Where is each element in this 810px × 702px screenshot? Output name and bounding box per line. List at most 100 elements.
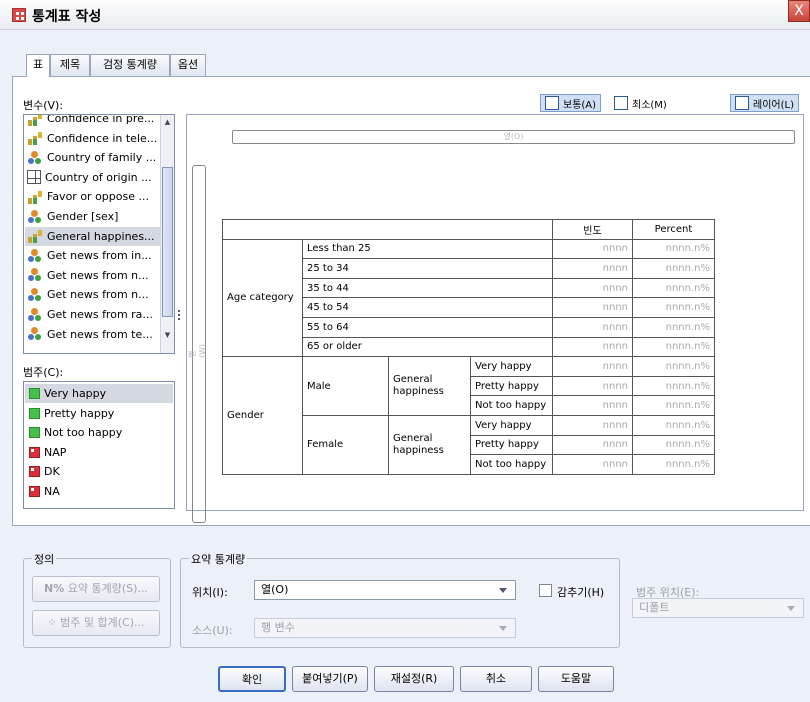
ok-button[interactable]: 확인 [218, 666, 286, 692]
compact-view-button[interactable]: 최소(M) [614, 94, 667, 112]
variable-label: Get news from in... [47, 249, 152, 263]
tab-options[interactable]: 옵션 [170, 54, 206, 76]
position-select[interactable]: 열(O) [254, 580, 516, 600]
window-title: 통계표 작성 [32, 9, 102, 25]
row-header-happiness: General happiness [388, 356, 471, 416]
categories-totals-button[interactable]: ⁘ 범주 및 합계(C)... [32, 610, 160, 636]
variable-list-item[interactable]: Get news from ra... [25, 305, 161, 324]
row-header-gender: Gender [222, 356, 303, 475]
valid-category-icon [29, 388, 40, 399]
tab-table[interactable]: 표 [26, 54, 50, 77]
nominal-measure-icon [27, 287, 43, 303]
row-header-female: Female [302, 414, 389, 475]
percent-cell: nnnn.n% [632, 395, 715, 416]
variable-label: Get news from n... [47, 288, 149, 302]
help-button[interactable]: 도움말 [538, 666, 614, 692]
reset-button[interactable]: 재설정(R) [374, 666, 454, 692]
source-select[interactable]: 행 변수 [254, 618, 516, 638]
chevron-down-icon [499, 626, 507, 631]
category-list-item[interactable]: Very happy [25, 384, 173, 403]
category-list-item[interactable]: Pretty happy [25, 404, 173, 423]
paste-button[interactable]: 붙여넣기(P) [292, 666, 368, 692]
variable-label: Country of family ... [47, 151, 157, 165]
variable-label: Country of origin ... [45, 170, 152, 184]
cancel-button[interactable]: 취소 [460, 666, 532, 692]
happy-row-label: Not too happy [470, 395, 553, 416]
corner-cell [222, 219, 553, 240]
percent-cell: nnnn.n% [632, 277, 715, 299]
chevron-down-icon [499, 588, 507, 593]
column-drop-zone[interactable]: 열(O) [232, 130, 795, 144]
happy-row-label: Very happy [470, 414, 553, 436]
percent-cell: nnnn.n% [632, 454, 715, 475]
category-label: Pretty happy [44, 406, 115, 420]
variable-list[interactable]: ▲ ▼ Confidence in pre... Confidence in te… [23, 114, 175, 354]
count-cell: nnnn [552, 277, 633, 299]
category-label: Very happy [44, 387, 107, 400]
category-list-item[interactable]: Not too happy [25, 423, 173, 442]
tab-titles[interactable]: 제목 [50, 54, 90, 76]
nominal-measure-icon [27, 307, 43, 323]
categories-label: 범주(C): [23, 366, 64, 379]
count-cell: nnnn [552, 297, 633, 318]
summary-statistics-button[interactable]: N% 요약 통계량(S)... [32, 576, 160, 602]
row-drop-zone[interactable]: 행(W) [188, 165, 207, 523]
percent-cell: nnnn.n% [632, 297, 715, 318]
category-position-value: 디폴트 [639, 601, 670, 614]
layers-button[interactable]: 레이어(L) [730, 94, 799, 112]
variables-label: 변수(V): [23, 99, 64, 112]
percent-cell: nnnn.n% [632, 316, 715, 338]
category-list-item[interactable]: NAP [25, 443, 173, 462]
tab-test-statistics[interactable]: 검정 통계량 [90, 54, 170, 76]
category-label: NAP [44, 445, 67, 459]
hide-checkbox[interactable] [539, 584, 552, 597]
happy-row-label: Pretty happy [470, 375, 553, 397]
category-label: NA [44, 484, 60, 498]
variable-list-item[interactable]: Get news from in... [25, 246, 161, 265]
variable-list-item[interactable]: General happines... [25, 226, 161, 246]
category-list[interactable]: Very happy Pretty happy Not too happy NAP DK… [23, 381, 175, 509]
nominal-measure-icon [27, 209, 43, 225]
variable-list-item[interactable]: Gender [sex] [25, 207, 161, 226]
scroll-down-arrow-icon[interactable]: ▼ [162, 329, 173, 341]
close-button[interactable]: X [788, 0, 810, 22]
scale-measure-icon [27, 130, 43, 146]
category-list-item[interactable]: NA [25, 482, 173, 501]
row-header-happiness: General happiness [388, 414, 471, 475]
define-group-title: 정의 [32, 551, 57, 567]
variable-label: Confidence in tele... [47, 131, 158, 145]
variable-list-item[interactable]: Confidence in tele... [25, 129, 161, 148]
scrollbar-thumb[interactable] [162, 167, 173, 317]
valid-category-icon [29, 407, 40, 419]
variable-list-item[interactable]: Get news from te... [25, 325, 161, 344]
percent-cell: nnnn.n% [632, 356, 715, 377]
variable-list-item[interactable]: Country of origin ... [25, 168, 161, 187]
category-list-item[interactable]: DK [25, 462, 173, 481]
variable-list-item[interactable]: Confidence in pre... [25, 115, 161, 128]
layers-label: 레이어(L) [753, 99, 794, 111]
scroll-up-arrow-icon[interactable]: ▲ [162, 116, 173, 128]
count-cell: nnnn [552, 258, 633, 279]
category-position-select[interactable]: 디폴트 [632, 598, 804, 618]
layers-icon [735, 96, 749, 110]
variable-list-item[interactable]: Country of family ... [25, 148, 161, 167]
variable-list-item[interactable]: Get news from n... [25, 285, 161, 304]
valid-category-icon [29, 427, 40, 438]
missing-category-icon [29, 446, 40, 458]
variable-label: Gender [sex] [47, 210, 119, 223]
ordinal-grid-icon [27, 170, 41, 185]
count-cell: nnnn [552, 336, 633, 358]
count-cell: nnnn [552, 414, 633, 436]
percent-cell: nnnn.n% [632, 258, 715, 279]
variable-list-item[interactable]: Favor or oppose ... [25, 187, 161, 206]
nominal-measure-icon [27, 326, 43, 342]
position-select-value: 열(O) [261, 583, 289, 596]
splitter-handle[interactable] [177, 114, 182, 511]
normal-view-button[interactable]: 보통(A) [540, 94, 602, 112]
happy-row-label: Not too happy [470, 454, 553, 475]
variable-label: Get news from te... [47, 327, 153, 341]
table-canvas[interactable]: 열(O) 행(W) 빈도 Percent Age category Less t… [186, 114, 804, 523]
variable-list-scrollbar[interactable]: ▲ ▼ [160, 115, 174, 353]
variable-list-item[interactable]: Get news from n... [25, 266, 161, 285]
nominal-measure-icon [27, 267, 43, 283]
